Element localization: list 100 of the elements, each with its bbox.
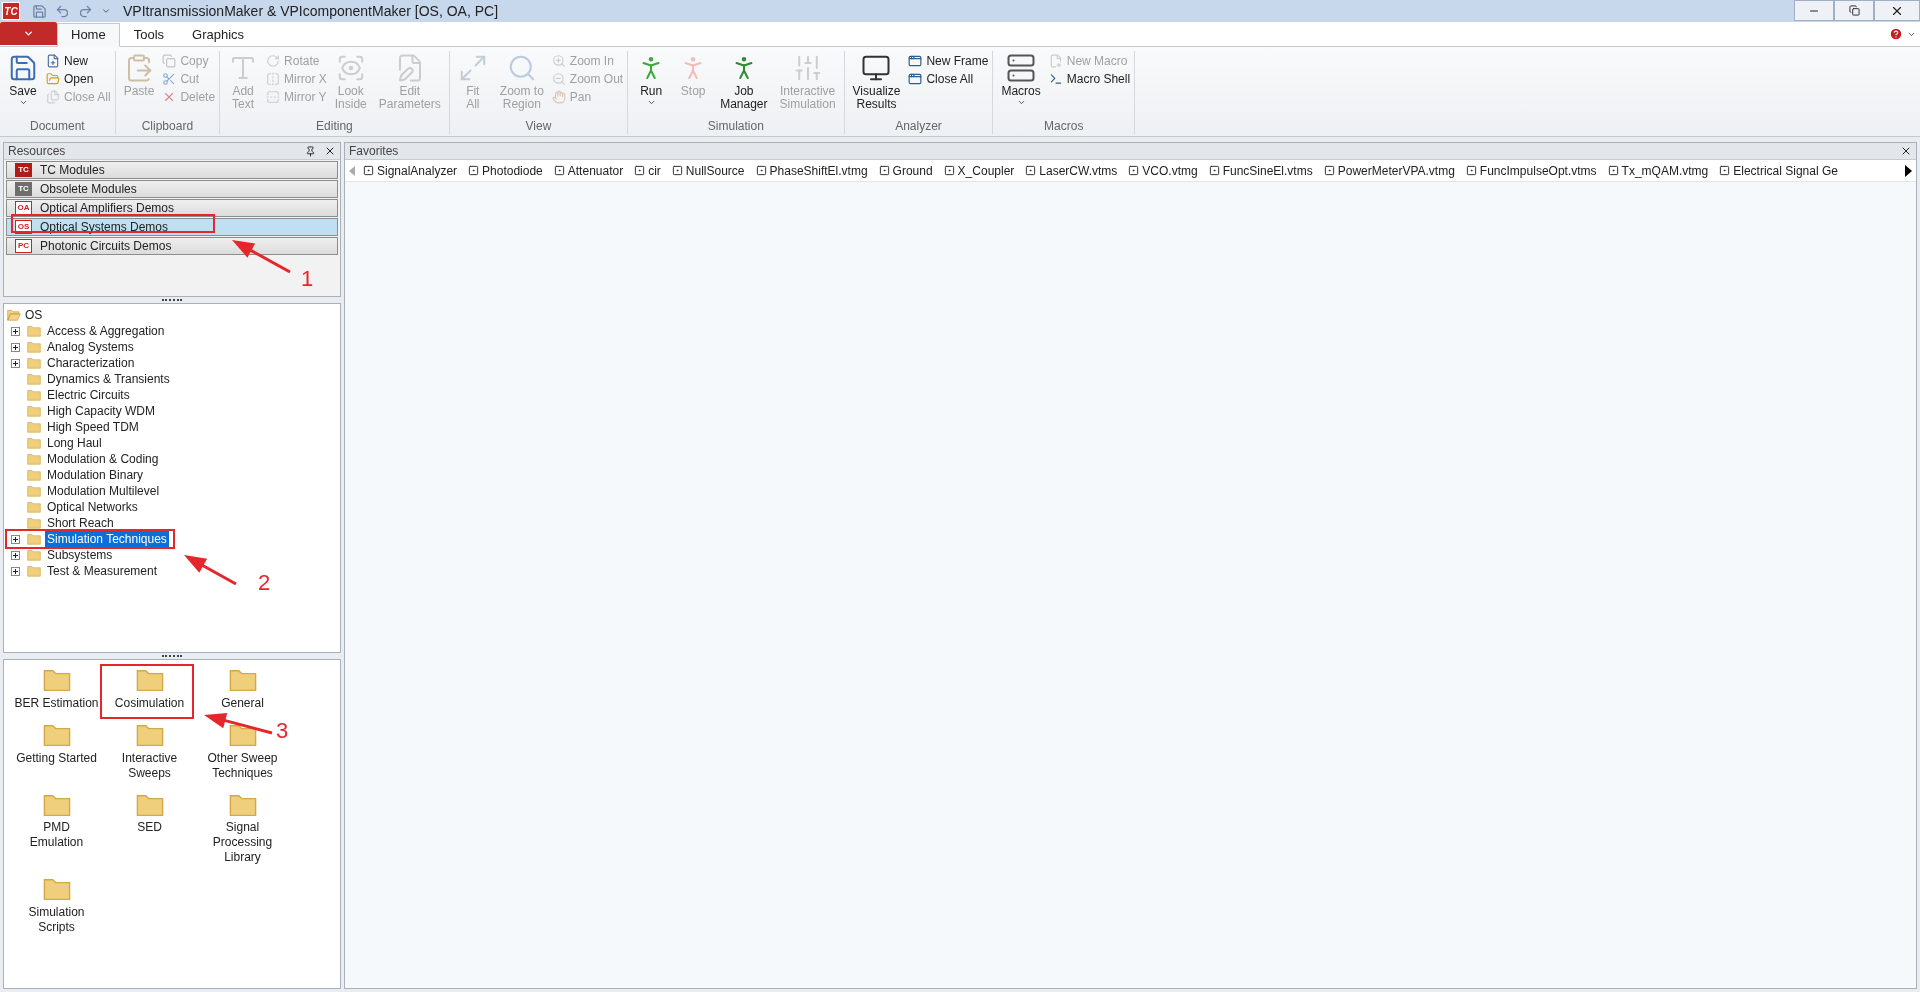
ribbon-tab[interactable]: Graphics [178,23,259,47]
folder-item[interactable]: Interactive Sweeps [103,722,196,781]
group-caption: Editing [315,119,354,134]
save-icon[interactable] [32,3,47,19]
ribbon-button[interactable]: New [46,53,111,69]
zoom-in-icon [551,54,566,68]
resource-item[interactable]: OS Optical Systems Demos [6,218,338,236]
ribbon-button[interactable]: Macros [997,53,1045,107]
ribbon-button[interactable]: Save [4,53,42,107]
folder-item[interactable]: General [196,668,289,711]
favorite-item[interactable]: Electrical Signal Ge [1719,161,1838,180]
folder-item[interactable]: BER Estimation [10,668,103,711]
expand-plus-icon[interactable] [11,326,20,336]
app-logo: TC [2,2,20,20]
resource-item[interactable]: OA Optical Amplifiers Demos [6,199,338,217]
module-badge: PC [15,239,32,253]
folder-item[interactable]: Signal Processing Library [196,792,289,866]
tree-item[interactable]: Subsystems [45,546,115,564]
resource-item[interactable]: TC Obsolete Modules [6,180,338,198]
tree-item[interactable]: Long Haul [45,434,104,452]
tree-item[interactable]: Dynamics & Transients [45,370,172,388]
ribbon-button[interactable]: Run [632,53,671,107]
folder-icon [42,792,71,817]
ribbon-button[interactable]: New Frame [908,53,989,69]
expand-plus-icon[interactable] [11,342,20,352]
folder-item[interactable]: Cosimulation [103,668,196,711]
caret-icon[interactable] [101,6,111,16]
favorite-item[interactable]: FuncImpulseOpt.vtms [1465,161,1597,180]
ribbon-button[interactable]: Job Manager [716,53,772,111]
tree-item[interactable]: Modulation & Coding [45,450,161,468]
pin-icon[interactable] [305,145,316,157]
expand-plus-icon[interactable] [11,358,20,368]
pointer-arrow [232,240,291,274]
folder-item[interactable]: PMD Emulation [10,792,103,866]
favorite-item[interactable]: X_Coupler [943,161,1015,180]
panel-title: Resources [8,143,66,160]
ribbon-tab[interactable]: Tools [119,23,179,47]
redo-icon[interactable] [78,3,93,19]
tree-item[interactable]: High Capacity WDM [45,402,158,420]
favorite-item[interactable]: LaserCW.vtms [1025,161,1118,180]
folder-icon [27,405,41,417]
folder-icon [42,668,71,692]
favorite-item[interactable]: cir [634,161,661,180]
files-icon [46,90,60,104]
ribbon-button[interactable]: Visualize Results [848,53,905,111]
tree-item[interactable]: Modulation Multilevel [45,482,162,500]
folder-icon [228,792,257,817]
component-icon [1323,165,1335,176]
folder-icon [27,357,41,369]
favorite-item[interactable]: Photodiode [468,161,543,180]
favorite-item[interactable]: NullSource [671,161,745,180]
tree-item[interactable]: OS [25,306,43,324]
folder-icon [27,565,41,577]
tree-item[interactable]: High Speed TDM [45,418,141,436]
copy-icon [162,54,177,68]
tree-item[interactable]: Short Reach [45,514,116,532]
ribbon-tab[interactable]: Home [57,23,120,47]
group-caption: Macros [1043,119,1085,134]
favorite-item[interactable]: Attenuator [553,161,624,180]
favorite-item[interactable]: Tx_mQAM.vtmg [1607,161,1709,180]
expand-plus-icon[interactable] [11,566,20,576]
folder-item[interactable]: Simulation Scripts [10,877,103,936]
resource-item[interactable]: TC TC Modules [6,161,338,179]
window-title: VPItransmissionMaker & VPIcomponentMaker [OS, OA, PC] [123,1,499,21]
folder-icon [27,501,41,513]
expand-plus-icon[interactable] [11,550,20,560]
component-icon [634,165,646,176]
help-icon[interactable] [1889,27,1903,41]
component-icon [1208,165,1220,176]
tree-item[interactable]: Test & Measurement [45,562,160,580]
undo-icon[interactable] [55,3,70,19]
resource-item[interactable]: PC Photonic Circuits Demos [6,237,338,255]
tree-item[interactable]: Access & Aggregation [45,322,167,340]
ribbon-button[interactable]: Macro Shell [1048,71,1131,87]
step-number: 2 [258,572,271,594]
favorite-item[interactable]: Ground [878,161,933,180]
scroll-right-icon[interactable] [1905,164,1912,177]
group-caption: Document [29,119,86,134]
tree-item[interactable]: Modulation Binary [45,466,146,484]
expand-plus-icon[interactable] [11,534,20,544]
tree-item[interactable]: Optical Networks [45,498,140,516]
ribbon-button[interactable]: Close All [908,71,989,87]
close-icon[interactable] [324,145,336,157]
favorite-item[interactable]: FuncSineEl.vtms [1208,161,1313,180]
favorite-item[interactable]: PhaseShiftEl.vtmg [755,161,868,180]
tree-item[interactable]: Characterization [45,354,137,372]
favorite-item[interactable]: VCO.vtmg [1128,161,1198,180]
favorite-item[interactable]: SignalAnalyzer [363,161,458,180]
folder-item[interactable]: SED [103,792,196,866]
close-icon[interactable] [1900,145,1912,157]
ribbon-button[interactable]: Open [46,71,111,87]
tree-item[interactable]: Electric Circuits [45,386,132,404]
restore-button[interactable] [1834,0,1874,21]
folder-item[interactable]: Getting Started [10,722,103,781]
component-icon [553,165,565,176]
tree-item[interactable]: Analog Systems [45,338,136,356]
folder-icon [27,389,41,401]
favorite-item[interactable]: PowerMeterVPA.vtmg [1323,161,1455,180]
zoom-out-icon [551,72,566,86]
folder-icon [228,668,257,692]
